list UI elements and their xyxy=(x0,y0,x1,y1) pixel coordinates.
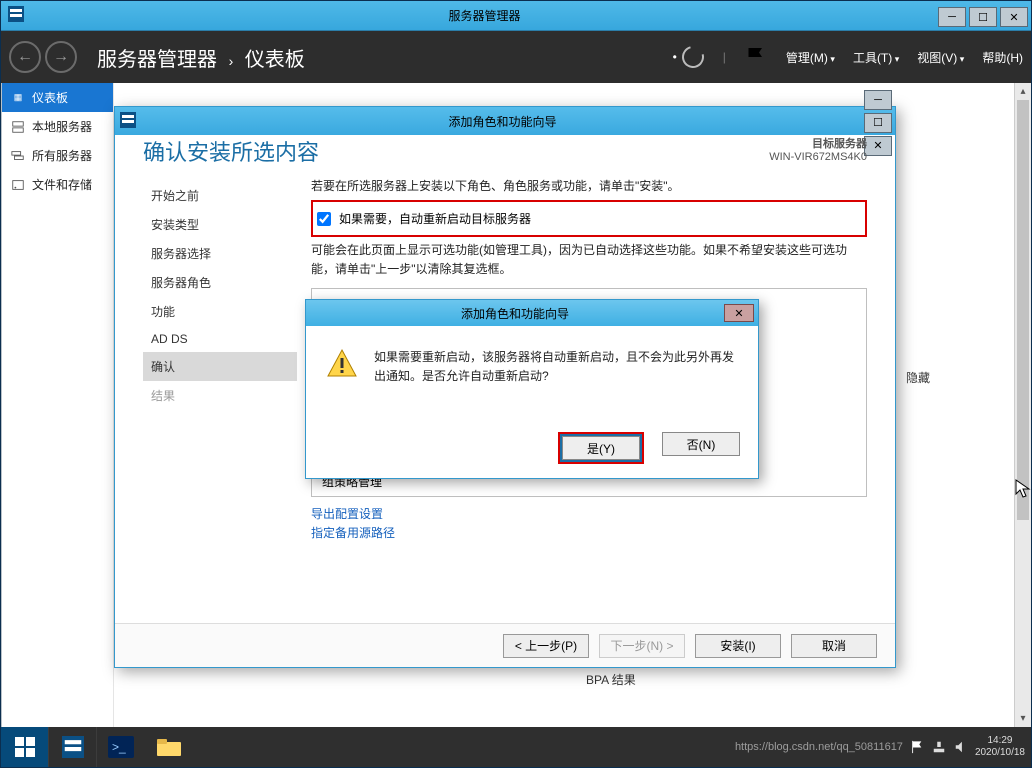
sidebar-item-local[interactable]: 本地服务器 xyxy=(2,112,113,141)
flag-icon[interactable] xyxy=(744,45,768,69)
prev-button[interactable]: < 上一步(P) xyxy=(503,634,589,658)
crumb-page[interactable]: 仪表板 xyxy=(245,49,305,71)
system-tray: https://blog.csdn.net/qq_50811617 14:29 … xyxy=(735,735,1031,759)
storage-icon xyxy=(10,177,26,193)
tray-flag-icon[interactable] xyxy=(909,739,925,755)
confirm-restart-dialog: 添加角色和功能向导 ✕ 如果需要重新启动，该服务器将自动重新启动，且不会为此另外… xyxy=(305,299,759,479)
sidebar-item-label: 本地服务器 xyxy=(32,118,92,135)
auto-restart-checkbox[interactable] xyxy=(317,212,331,226)
cursor-icon xyxy=(1015,479,1031,499)
sidebar: ▦ 仪表板 本地服务器 所有服务器 文件和存储 xyxy=(2,83,114,727)
wizard-maximize[interactable]: ☐ xyxy=(864,113,892,133)
msgbox-close-button[interactable]: ✕ xyxy=(724,304,754,322)
start-button[interactable] xyxy=(1,727,49,767)
no-button[interactable]: 否(N) xyxy=(662,432,740,456)
target-server-name: WIN-VIR672MS4K0 xyxy=(769,151,867,163)
wizard-minimize[interactable]: ─ xyxy=(864,90,892,110)
msgbox-titlebar[interactable]: 添加角色和功能向导 ✕ xyxy=(306,300,758,326)
wizard-heading: 确认安装所选内容 xyxy=(143,135,769,167)
yes-button[interactable]: 是(Y) xyxy=(562,436,640,460)
step-before[interactable]: 开始之前 xyxy=(143,181,297,210)
cancel-button[interactable]: 取消 xyxy=(791,634,877,658)
alt-source-link[interactable]: 指定备用源路径 xyxy=(311,524,867,541)
taskbar: >_ https://blog.csdn.net/qq_50811617 14:… xyxy=(1,727,1031,767)
wizard-intro: 若要在所选服务器上安装以下角色、角色服务或功能，请单击"安装"。 xyxy=(311,177,867,196)
minimize-button[interactable]: ─ xyxy=(938,7,966,27)
forward-button[interactable]: → xyxy=(45,41,77,73)
refresh-dropdown[interactable]: • xyxy=(673,45,705,69)
step-serversel[interactable]: 服务器选择 xyxy=(143,239,297,268)
wizard-steps: 开始之前 安装类型 服务器选择 服务器角色 功能 AD DS 确认 结果 xyxy=(143,177,297,541)
taskbar-server-manager[interactable] xyxy=(49,727,97,767)
auto-restart-row[interactable]: 如果需要，自动重新启动目标服务器 xyxy=(311,200,867,237)
server-icon xyxy=(10,119,26,135)
close-button[interactable]: ✕ xyxy=(1000,7,1028,27)
step-serverrole[interactable]: 服务器角色 xyxy=(143,268,297,297)
sidebar-item-label: 仪表板 xyxy=(32,89,68,106)
wizard-icon xyxy=(115,112,141,131)
install-button[interactable]: 安装(I) xyxy=(695,634,781,658)
menu-view[interactable]: 视图(V) xyxy=(917,49,964,66)
menu-manage[interactable]: 管理(M) xyxy=(786,49,835,66)
crumb-app[interactable]: 服务器管理器 xyxy=(97,49,217,71)
yes-highlight: 是(Y) xyxy=(558,432,644,464)
step-type[interactable]: 安装类型 xyxy=(143,210,297,239)
scroll-down-icon[interactable]: ▾ xyxy=(1015,710,1031,727)
refresh-icon xyxy=(681,45,705,69)
sidebar-item-dashboard[interactable]: ▦ 仪表板 xyxy=(2,83,113,112)
server-manager-header: ← → 服务器管理器 › 仪表板 • | 管理(M) 工具(T) 视图(V) 帮… xyxy=(1,31,1031,83)
menu-tools[interactable]: 工具(T) xyxy=(853,49,899,66)
tray-network-icon[interactable] xyxy=(931,739,947,755)
outer-titlebar[interactable]: 服务器管理器 ─ ☐ ✕ xyxy=(1,1,1031,31)
app-window: 服务器管理器 ─ ☐ ✕ ← → 服务器管理器 › 仪表板 • | 管理(M) … xyxy=(0,0,1032,768)
bpa-label: BPA 结果 xyxy=(586,671,636,688)
msgbox-title: 添加角色和功能向导 xyxy=(306,305,724,322)
msgbox-text: 如果需要重新启动，该服务器将自动重新启动，且不会为此另外再发出通知。是否允许自动… xyxy=(374,348,738,386)
target-server-label: 目标服务器 xyxy=(769,135,867,151)
sidebar-item-files[interactable]: 文件和存储 xyxy=(2,170,113,199)
wizard-close[interactable]: ✕ xyxy=(864,136,892,156)
taskbar-explorer[interactable] xyxy=(145,727,193,767)
sidebar-item-label: 文件和存储 xyxy=(32,176,92,193)
warning-icon xyxy=(326,348,358,386)
maximize-button[interactable]: ☐ xyxy=(969,7,997,27)
step-adds[interactable]: AD DS xyxy=(143,326,297,352)
wizard-note: 可能会在此页面上显示可选功能(如管理工具)，因为已自动选择这些功能。如果不希望安… xyxy=(311,241,867,279)
dashboard-icon: ▦ xyxy=(10,90,26,106)
hide-link[interactable]: 隐藏 xyxy=(906,369,930,386)
step-features[interactable]: 功能 xyxy=(143,297,297,326)
watermark: https://blog.csdn.net/qq_50811617 xyxy=(735,741,903,753)
window-title: 服务器管理器 xyxy=(31,7,938,24)
wizard-titlebar[interactable]: 添加角色和功能向导 ─ ☐ ✕ xyxy=(115,107,895,135)
auto-restart-label: 如果需要，自动重新启动目标服务器 xyxy=(339,210,531,227)
export-link[interactable]: 导出配置设置 xyxy=(311,505,867,522)
scroll-thumb[interactable] xyxy=(1017,100,1029,520)
sidebar-item-all[interactable]: 所有服务器 xyxy=(2,141,113,170)
back-button[interactable]: ← xyxy=(9,41,41,73)
step-confirm[interactable]: 确认 xyxy=(143,352,297,381)
wizard-title: 添加角色和功能向导 xyxy=(141,113,864,130)
menu-help[interactable]: 帮助(H) xyxy=(982,49,1023,66)
date-text: 2020/10/18 xyxy=(975,747,1025,759)
tray-volume-icon[interactable] xyxy=(953,739,969,755)
scrollbar[interactable]: ▴ ▾ xyxy=(1014,83,1031,727)
window-controls: ─ ☐ ✕ xyxy=(938,4,1031,27)
wizard-footer: < 上一步(P) 下一步(N) > 安装(I) 取消 xyxy=(115,623,895,667)
svg-text:>_: >_ xyxy=(112,740,126,754)
app-icon xyxy=(1,6,31,25)
taskbar-powershell[interactable]: >_ xyxy=(97,727,145,767)
breadcrumb: 服务器管理器 › 仪表板 xyxy=(97,43,305,72)
scroll-up-icon[interactable]: ▴ xyxy=(1015,83,1031,100)
target-server-box: 目标服务器 WIN-VIR672MS4K0 xyxy=(769,135,867,163)
step-result: 结果 xyxy=(143,381,297,410)
clock[interactable]: 14:29 2020/10/18 xyxy=(975,735,1025,759)
sidebar-item-label: 所有服务器 xyxy=(32,147,92,164)
servers-icon xyxy=(10,148,26,164)
next-button: 下一步(N) > xyxy=(599,634,685,658)
time-text: 14:29 xyxy=(975,735,1025,747)
